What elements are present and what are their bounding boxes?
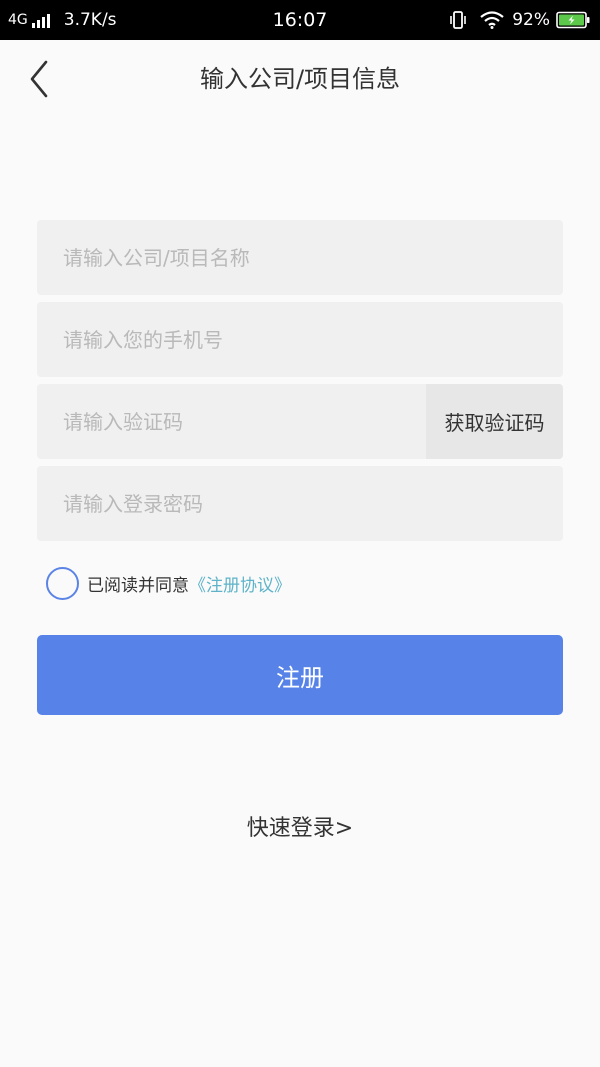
get-code-button[interactable]: 获取验证码 <box>426 384 563 459</box>
agreement-text: 已阅读并同意 <box>87 575 189 596</box>
company-name-field <box>37 220 563 295</box>
status-bar: 4G 3.7K/s 16:07 92% <box>0 0 600 40</box>
register-button[interactable]: 注册 <box>37 635 563 715</box>
battery-charging-icon <box>556 11 590 29</box>
password-field <box>37 466 563 541</box>
password-input[interactable] <box>37 466 563 541</box>
agreement-link[interactable]: 《注册协议》 <box>189 571 291 596</box>
phone-field <box>37 302 563 377</box>
verification-code-input[interactable] <box>37 384 427 459</box>
battery-percent: 92% <box>512 10 550 30</box>
quick-login-link[interactable]: 快速登录> <box>0 810 600 842</box>
nav-bar: 输入公司/项目信息 <box>0 40 600 120</box>
wifi-icon <box>480 11 504 29</box>
verification-code-field: 获取验证码 <box>37 384 563 459</box>
status-right: 92% <box>450 8 590 32</box>
agreement-row: 已阅读并同意 《注册协议》 <box>46 566 291 600</box>
vibrate-icon <box>450 11 467 29</box>
company-name-input[interactable] <box>37 220 563 295</box>
agreement-checkbox-icon[interactable] <box>46 566 79 600</box>
page-title: 输入公司/项目信息 <box>199 65 401 93</box>
phone-input[interactable] <box>37 302 563 377</box>
